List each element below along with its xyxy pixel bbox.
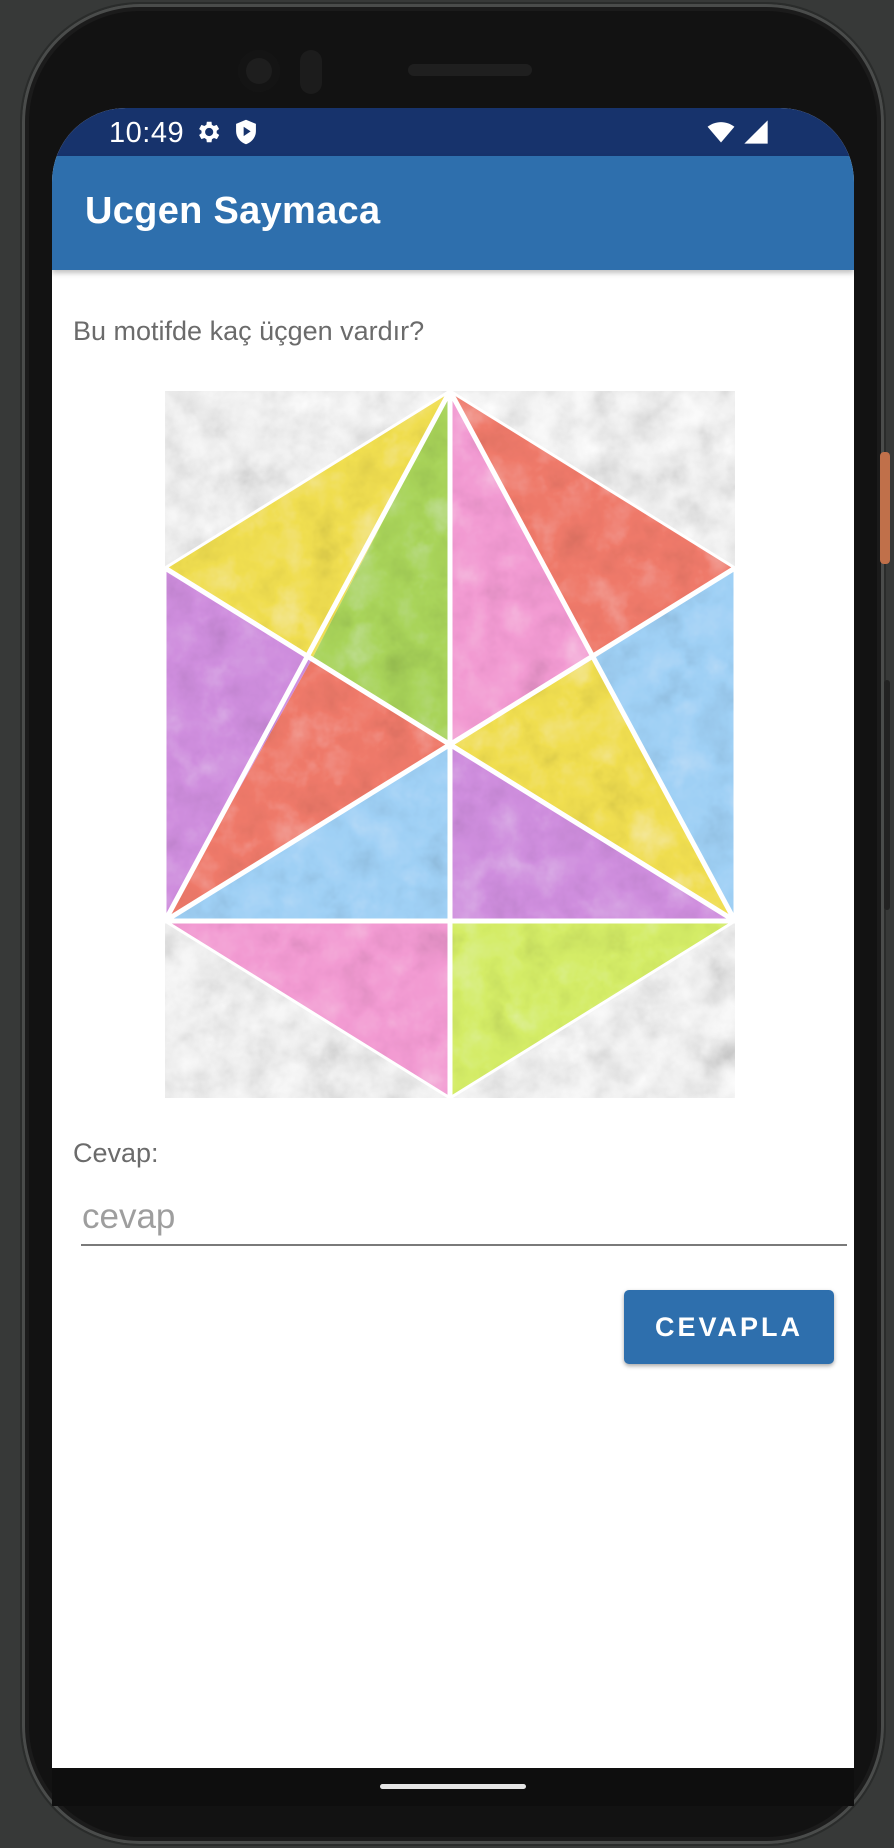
proximity-sensor xyxy=(300,50,322,94)
earpiece-speaker xyxy=(408,64,532,76)
screen: 10:49 Ucgen Saymaca Bu motifde kaç üçgen… xyxy=(52,108,854,1768)
gear-icon xyxy=(199,121,220,143)
question-text: Bu motifde kaç üçgen vardır? xyxy=(73,316,425,346)
answer-label: Cevap: xyxy=(73,1138,159,1168)
shield-play-icon xyxy=(236,119,256,145)
answer-input[interactable] xyxy=(81,1190,847,1246)
volume-button xyxy=(884,680,890,910)
app-bar: Ucgen Saymaca xyxy=(52,156,854,270)
app-title: Ucgen Saymaca xyxy=(85,190,381,232)
home-gesture-handle[interactable] xyxy=(380,1784,526,1789)
cellular-signal-icon xyxy=(744,120,768,144)
wifi-icon xyxy=(707,122,735,143)
submit-answer-button[interactable]: CEVAPLA xyxy=(624,1290,834,1364)
status-time: 10:49 xyxy=(109,117,185,149)
power-button xyxy=(880,452,890,564)
triangle-puzzle-image xyxy=(162,389,738,1100)
front-camera xyxy=(238,50,280,92)
status-bar: 10:49 xyxy=(52,108,854,156)
